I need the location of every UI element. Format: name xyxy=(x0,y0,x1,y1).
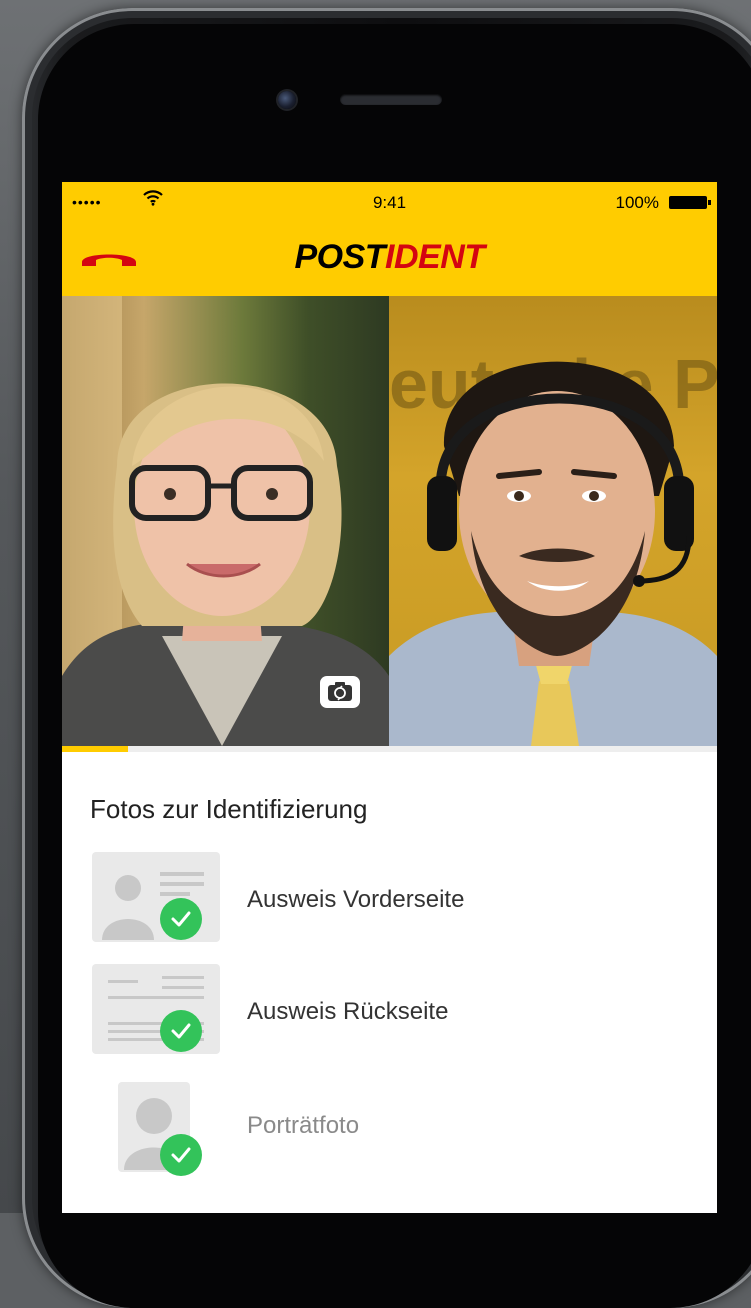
list-item-label: Ausweis Rückseite xyxy=(247,998,449,1025)
list-item-id-back[interactable]: Ausweis Rückseite xyxy=(62,962,717,1062)
id-card-back-icon xyxy=(92,964,220,1059)
video-call-area: eutsche P xyxy=(62,296,717,746)
battery-full-icon xyxy=(669,196,711,209)
postident-logo: POSTIDENT xyxy=(62,238,717,277)
logo-post: POST xyxy=(294,238,386,276)
front-camera-lens xyxy=(278,91,296,109)
check-icon xyxy=(160,1134,202,1176)
logo-ident: IDENT xyxy=(385,238,485,276)
list-item-label: Porträtfoto xyxy=(247,1112,360,1139)
agent-video-view: eutsche P xyxy=(389,296,717,746)
list-item-id-front[interactable]: Ausweis Vorderseite xyxy=(62,850,717,950)
id-card-front-icon xyxy=(92,852,220,947)
app-header: POSTIDENT xyxy=(62,224,717,296)
app-screen: ••••• 9:41 100% POSTIDENT P Fotos zur Id… xyxy=(62,182,717,1213)
self-camera-view xyxy=(62,296,389,746)
earpiece-speaker xyxy=(340,94,442,105)
list-item-portrait[interactable]: Porträtfoto xyxy=(62,1076,717,1176)
progress-bar xyxy=(62,746,717,752)
section-title: Fotos zur Identifizierung xyxy=(90,794,368,824)
list-item-label: Ausweis Vorderseite xyxy=(247,886,465,913)
battery-percentage: 100% xyxy=(615,193,659,212)
camera-switch-icon[interactable] xyxy=(320,676,360,708)
status-bar: ••••• 9:41 100% xyxy=(62,182,717,224)
check-icon xyxy=(160,898,202,940)
progress-bar-fill xyxy=(62,746,128,752)
check-icon xyxy=(160,1010,202,1052)
